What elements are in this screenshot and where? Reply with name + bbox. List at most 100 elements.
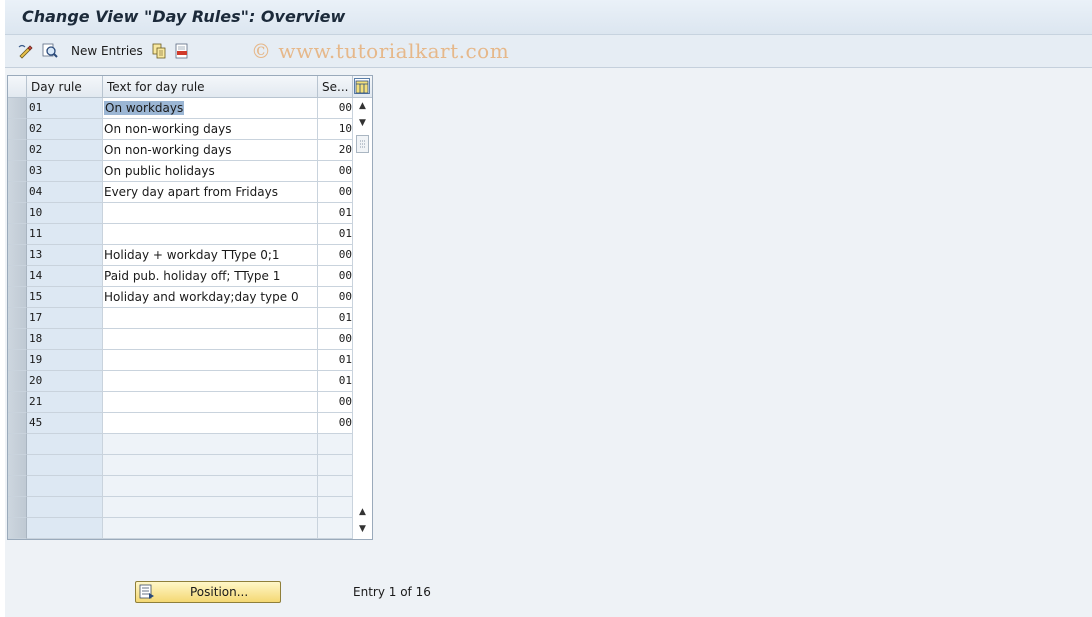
day-rule-cell[interactable] [27,497,103,518]
table-row[interactable]: 19 01 [8,350,372,371]
row-selector[interactable] [8,413,27,434]
day-rule-text-cell[interactable] [103,497,318,518]
day-rule-text-cell[interactable] [103,476,318,497]
sequence-cell[interactable] [318,518,353,539]
sequence-cell[interactable]: 00 [318,161,353,182]
row-selector[interactable] [8,266,27,287]
row-selector[interactable] [8,476,27,497]
scroll-thumb[interactable] [356,135,369,153]
day-rule-cell[interactable]: 03 [27,161,103,182]
sequence-cell[interactable]: 00 [318,182,353,203]
day-rule-text-cell[interactable]: Holiday and workday;day type 0 [103,287,318,308]
row-selector[interactable] [8,203,27,224]
sequence-cell[interactable] [318,434,353,455]
row-selector[interactable] [8,392,27,413]
day-rule-cell[interactable]: 02 [27,140,103,161]
scroll-page-down-icon[interactable]: ▼ [356,523,369,536]
sequence-cell[interactable]: 00 [318,245,353,266]
table-row[interactable]: 18 00 [8,329,372,350]
sequence-cell[interactable]: 00 [318,266,353,287]
table-row[interactable]: 02 On non-working days 10 [8,119,372,140]
row-selector[interactable] [8,182,27,203]
day-rule-text-cell[interactable]: On non-working days [103,140,318,161]
sequence-cell[interactable]: 01 [318,308,353,329]
sequence-cell[interactable]: 01 [318,371,353,392]
day-rule-text-cell[interactable] [103,308,318,329]
sequence-cell[interactable]: 00 [318,329,353,350]
day-rule-cell[interactable]: 21 [27,392,103,413]
table-row[interactable]: 21 00 [8,392,372,413]
day-rule-text-cell[interactable]: On workdays [103,98,318,119]
row-selector[interactable] [8,371,27,392]
day-rule-cell[interactable] [27,476,103,497]
sequence-cell[interactable] [318,455,353,476]
empty-table-row[interactable] [8,497,372,518]
day-rule-cell[interactable]: 04 [27,182,103,203]
row-selector[interactable] [8,140,27,161]
column-header-sequence[interactable]: Se... [318,76,353,98]
table-row[interactable]: 03 On public holidays 00 [8,161,372,182]
select-all-header[interactable] [8,76,27,98]
day-rule-text-cell[interactable] [103,329,318,350]
sequence-cell[interactable]: 01 [318,224,353,245]
row-selector[interactable] [8,161,27,182]
row-selector[interactable] [8,350,27,371]
sequence-cell[interactable]: 00 [318,392,353,413]
empty-table-row[interactable] [8,518,372,539]
table-row[interactable]: 10 01 [8,203,372,224]
day-rule-text-cell[interactable] [103,413,318,434]
day-rule-cell[interactable]: 15 [27,287,103,308]
row-selector[interactable] [8,119,27,140]
day-rule-text-cell[interactable]: Holiday + workday TType 0;1 [103,245,318,266]
sequence-cell[interactable] [318,476,353,497]
table-row[interactable]: 20 01 [8,371,372,392]
table-row[interactable]: 15 Holiday and workday;day type 0 00 [8,287,372,308]
day-rule-text-cell[interactable] [103,518,318,539]
day-rule-text-cell[interactable]: On non-working days [103,119,318,140]
table-row[interactable]: 14 Paid pub. holiday off; TType 1 00 [8,266,372,287]
row-selector[interactable] [8,434,27,455]
scroll-page-up-icon[interactable]: ▲ [356,506,369,519]
day-rule-cell[interactable] [27,455,103,476]
table-row[interactable]: 04 Every day apart from Fridays 00 [8,182,372,203]
day-rule-cell[interactable]: 10 [27,203,103,224]
table-row[interactable]: 13 Holiday + workday TType 0;1 00 [8,245,372,266]
row-selector[interactable] [8,245,27,266]
day-rule-text-cell[interactable] [103,455,318,476]
empty-table-row[interactable] [8,455,372,476]
day-rule-cell[interactable]: 20 [27,371,103,392]
scroll-up-icon[interactable]: ▲ [356,100,369,113]
row-selector[interactable] [8,98,27,119]
day-rule-text-cell[interactable]: Every day apart from Fridays [103,182,318,203]
empty-table-row[interactable] [8,476,372,497]
sequence-cell[interactable]: 00 [318,98,353,119]
copy-icon[interactable] [150,42,168,60]
day-rule-cell[interactable]: 01 [27,98,103,119]
delete-icon[interactable] [173,42,191,60]
day-rule-text-cell[interactable]: On public holidays [103,161,318,182]
day-rule-text-cell[interactable]: Paid pub. holiday off; TType 1 [103,266,318,287]
position-button[interactable]: Position... [135,581,281,603]
vertical-scrollbar[interactable]: ▲ ▼ ▲ ▼ [353,98,372,539]
sequence-cell[interactable]: 20 [318,140,353,161]
day-rule-text-cell[interactable] [103,224,318,245]
row-selector[interactable] [8,224,27,245]
row-selector[interactable] [8,518,27,539]
sequence-cell[interactable]: 00 [318,413,353,434]
table-row[interactable]: 01 On workdays 00 [8,98,372,119]
row-selector[interactable] [8,287,27,308]
sequence-cell[interactable] [318,497,353,518]
scroll-down-icon[interactable]: ▼ [356,117,369,130]
day-rule-cell[interactable] [27,518,103,539]
table-row[interactable]: 45 00 [8,413,372,434]
display-change-icon[interactable] [17,42,35,60]
row-selector[interactable] [8,455,27,476]
table-row[interactable]: 11 01 [8,224,372,245]
day-rule-text-cell[interactable] [103,434,318,455]
day-rule-cell[interactable] [27,434,103,455]
day-rule-text-cell[interactable] [103,350,318,371]
day-rule-cell[interactable]: 11 [27,224,103,245]
table-row[interactable]: 17 01 [8,308,372,329]
day-rule-cell[interactable]: 17 [27,308,103,329]
column-header-day-rule[interactable]: Day rule [27,76,103,98]
